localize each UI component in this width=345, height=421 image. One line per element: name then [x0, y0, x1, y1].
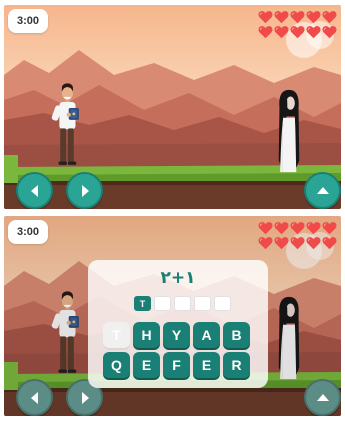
arrow-right-icon — [81, 391, 89, 404]
game-scene-top: 3:00 — [4, 5, 341, 209]
answer-slot[interactable]: T — [134, 296, 151, 311]
timer-display: 3:00 — [8, 9, 48, 33]
game-scene-bottom: 3:00 ١+٢ T THYAB QEFER — [4, 216, 341, 416]
heart-icon — [290, 221, 305, 235]
heart-icon — [306, 236, 321, 250]
move-left-button[interactable] — [16, 379, 53, 416]
arrow-right-icon — [81, 184, 89, 197]
letter-tiles-row-2: QEFER — [103, 352, 250, 378]
answer-slots: T — [134, 296, 231, 311]
jump-button[interactable] — [304, 172, 341, 209]
arrow-up-icon — [316, 393, 329, 401]
heart-icon — [306, 10, 321, 24]
heart-icon — [258, 236, 273, 250]
heart-icon — [322, 10, 337, 24]
heart-icon — [258, 25, 273, 39]
arrow-up-icon — [316, 186, 329, 194]
heart-icon — [322, 25, 337, 39]
arrow-left-icon — [30, 184, 38, 197]
move-right-button[interactable] — [66, 172, 103, 209]
heart-icon — [274, 236, 289, 250]
heart-icon — [258, 10, 273, 24]
answer-slot[interactable] — [214, 296, 231, 311]
letter-tile[interactable]: A — [193, 322, 220, 348]
heart-icon — [322, 236, 337, 250]
arrow-left-icon — [30, 391, 38, 404]
heart-icon — [290, 10, 305, 24]
heart-icon — [306, 221, 321, 235]
letter-tile[interactable]: T — [103, 322, 130, 348]
letter-tile[interactable]: Y — [163, 322, 190, 348]
ghost-woman-character — [274, 87, 304, 175]
letter-tile[interactable]: H — [133, 322, 160, 348]
letter-tile[interactable]: R — [223, 352, 250, 378]
heart-icon — [290, 25, 305, 39]
answer-slot[interactable] — [174, 296, 191, 311]
answer-slot[interactable] — [194, 296, 211, 311]
word-quiz-popup: ١+٢ T THYAB QEFER — [88, 260, 268, 388]
letter-tile[interactable]: F — [163, 352, 190, 378]
move-left-button[interactable] — [16, 172, 53, 209]
letter-tile[interactable]: B — [223, 322, 250, 348]
quiz-question: ١+٢ — [160, 268, 196, 288]
answer-slot[interactable] — [154, 296, 171, 311]
heart-icon — [274, 25, 289, 39]
lives-hearts — [258, 221, 338, 250]
heart-icon — [258, 221, 273, 235]
heart-icon — [306, 25, 321, 39]
heart-icon — [274, 221, 289, 235]
letter-tile[interactable]: Q — [103, 352, 130, 378]
lives-hearts — [258, 10, 338, 39]
heart-icon — [322, 221, 337, 235]
heart-icon — [274, 10, 289, 24]
letter-tile[interactable]: E — [193, 352, 220, 378]
timer-display: 3:00 — [8, 220, 48, 244]
letter-tile[interactable]: E — [133, 352, 160, 378]
jump-button[interactable] — [304, 379, 341, 416]
letter-tiles-row-1: THYAB — [103, 322, 250, 348]
boy-character — [50, 80, 84, 175]
heart-icon — [290, 236, 305, 250]
